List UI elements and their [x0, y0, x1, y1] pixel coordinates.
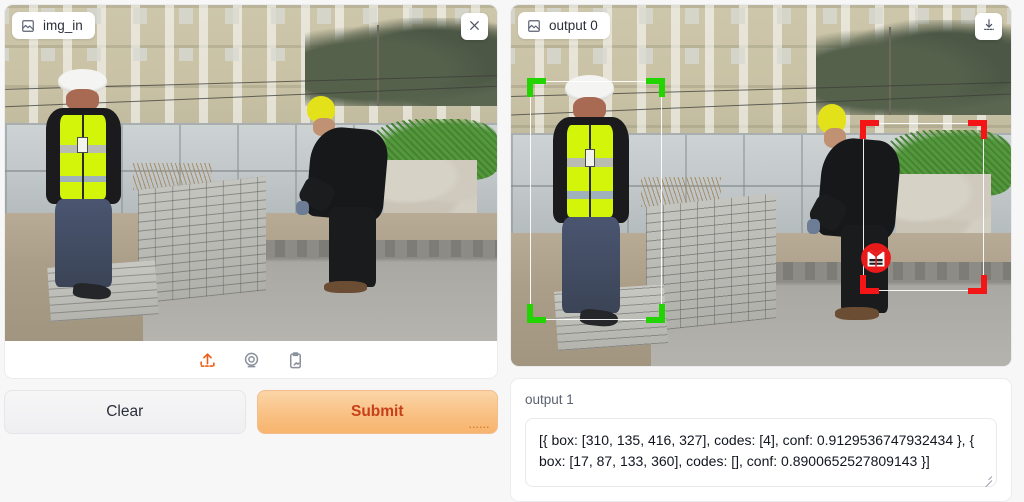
resize-handle[interactable] [982, 473, 992, 483]
close-button[interactable] [461, 13, 488, 40]
output-image-stage[interactable]: output 0 [511, 5, 1011, 366]
worker-without-vest [295, 95, 398, 298]
worker-with-vest [44, 68, 123, 311]
submit-button[interactable]: Submit ...... [256, 390, 498, 434]
text-output-label: output 1 [525, 392, 574, 407]
glove [295, 200, 309, 215]
webcam-button[interactable] [240, 349, 263, 372]
corner-bracket-top-left [527, 78, 547, 98]
action-buttons: Clear Submit ...... [4, 390, 498, 434]
text-output-panel: output 1 [{ box: [310, 135, 416, 327], c… [510, 378, 1012, 502]
corner-bracket-bottom-right [646, 303, 666, 323]
detection-box-person-with-vest [527, 78, 666, 323]
image-source-toolbar[interactable] [5, 341, 497, 378]
download-icon [982, 18, 996, 35]
clipboard-icon [286, 351, 305, 370]
submit-button-label: Submit [350, 403, 404, 420]
glove [806, 218, 820, 234]
corner-bracket-bottom-left [527, 303, 547, 323]
input-image-stage[interactable]: img_in [5, 5, 497, 341]
safety-vest-icon [861, 242, 892, 273]
boot [835, 306, 879, 320]
construction-site-photo [5, 5, 497, 341]
download-button[interactable] [975, 13, 1002, 40]
upload-button[interactable] [196, 349, 219, 372]
boot [323, 281, 367, 294]
jeans [55, 199, 113, 287]
input-image-panel[interactable]: img_in [4, 4, 498, 379]
submit-progress-dots: ...... [468, 420, 490, 430]
vest-badge [77, 136, 88, 154]
output-image-chip: output 0 [518, 12, 610, 39]
output-image-panel[interactable]: output 0 [510, 4, 1012, 367]
corner-bracket-top-right [646, 78, 666, 98]
corner-bracket-bottom-left [860, 274, 880, 294]
output-image-chip-label: output 0 [549, 18, 598, 33]
image-icon [21, 19, 35, 33]
input-image-chip: img_in [12, 12, 95, 39]
input-image-chip-label: img_in [43, 18, 83, 33]
detection-outline [530, 81, 663, 320]
utility-pole [889, 27, 891, 116]
input-photo [5, 5, 497, 341]
clear-button[interactable]: Clear [4, 390, 246, 434]
detection-box-person-missing-vest [860, 119, 987, 294]
webcam-icon [242, 351, 261, 370]
corner-bracket-bottom-right [967, 274, 987, 294]
black-trousers [329, 206, 377, 288]
corner-bracket-top-right [967, 119, 987, 139]
corner-bracket-top-left [860, 119, 880, 139]
input-column: img_in Clear Submit ...... [4, 4, 498, 502]
image-icon [527, 19, 541, 33]
clipboard-button[interactable] [284, 349, 307, 372]
upload-icon [198, 351, 217, 370]
utility-pole [376, 25, 379, 106]
text-output-value: [{ box: [310, 135, 416, 327], codes: [4]… [539, 432, 979, 469]
output-column: output 0 output 1 [{ box: [310, 135, 416… [510, 4, 1012, 502]
close-icon [468, 19, 481, 35]
text-output-field[interactable]: [{ box: [310, 135, 416, 327], codes: [4]… [525, 418, 997, 487]
vest-zip [82, 114, 84, 200]
app-root: img_in Clear Submit ...... output 0 outp… [0, 0, 1024, 502]
